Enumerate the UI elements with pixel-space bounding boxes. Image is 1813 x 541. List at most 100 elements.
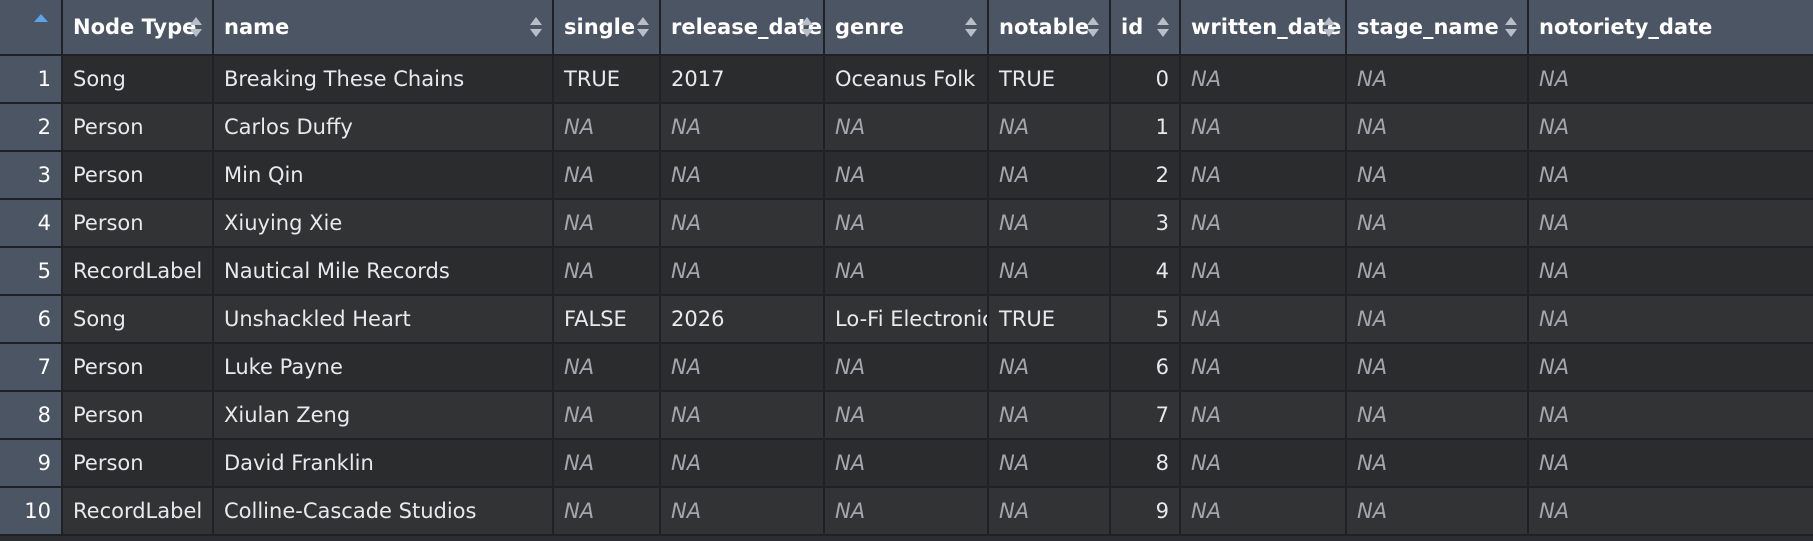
table-cell-notoriety-date: NA	[1528, 343, 1813, 392]
data-table: Node Type name single release_date genre	[0, 0, 1813, 536]
column-header-genre[interactable]: genre	[824, 0, 989, 56]
sort-arrows-icon[interactable]	[1505, 17, 1517, 37]
row-number: 7	[0, 343, 63, 392]
table-cell-genre: NA	[824, 487, 989, 536]
table-cell-genre: NA	[824, 391, 989, 440]
table-cell-node-type: Person	[62, 439, 214, 488]
table-cell-notable: NA	[988, 247, 1111, 296]
column-header-single[interactable]: single	[553, 0, 661, 56]
table-cell-stage-name: NA	[1346, 151, 1529, 200]
table-cell-single: NA	[553, 199, 661, 248]
table-cell-name: Nautical Mile Records	[213, 247, 554, 296]
table-cell-notable: TRUE	[988, 295, 1111, 344]
column-header-label: single	[564, 15, 636, 39]
table-row[interactable]: 8 Person Xiulan Zeng NA NA NA NA 7 NA NA NA	[0, 391, 1813, 440]
column-header-label: genre	[835, 15, 904, 39]
table-row[interactable]: 10 RecordLabel Colline-Cascade Studios NA NA…	[0, 487, 1813, 536]
column-header-label: name	[224, 15, 290, 39]
sort-arrows-icon[interactable]	[637, 17, 649, 37]
column-header-notoriety-date[interactable]: notoriety_date	[1528, 0, 1813, 56]
table-cell-release-date: NA	[660, 247, 825, 296]
table-cell-genre: Oceanus Folk	[824, 55, 989, 104]
column-header-written-date[interactable]: written_date	[1180, 0, 1347, 56]
sort-arrows-icon[interactable]	[801, 17, 813, 37]
table-row[interactable]: 3 Person Min Qin NA NA NA NA 2 NA NA NA	[0, 151, 1813, 200]
table-cell-id: 5	[1110, 295, 1181, 344]
table-cell-genre: NA	[824, 439, 989, 488]
row-number: 8	[0, 391, 63, 440]
table-cell-stage-name: NA	[1346, 295, 1529, 344]
column-header-release-date[interactable]: release_date	[660, 0, 825, 56]
table-cell-name: David Franklin	[213, 439, 554, 488]
table-cell-notoriety-date: NA	[1528, 151, 1813, 200]
table-cell-node-type: Person	[62, 103, 214, 152]
column-header-notable[interactable]: notable	[988, 0, 1111, 56]
sort-arrows-icon[interactable]	[1087, 17, 1099, 37]
table-cell-notable: NA	[988, 199, 1111, 248]
table-cell-node-type: Song	[62, 55, 214, 104]
table-cell-id: 4	[1110, 247, 1181, 296]
table-cell-single: NA	[553, 247, 661, 296]
column-header-label: Node Type	[73, 15, 197, 39]
table-cell-stage-name: NA	[1346, 199, 1529, 248]
table-cell-single: FALSE	[553, 295, 661, 344]
row-number: 2	[0, 103, 63, 152]
column-header-name[interactable]: name	[213, 0, 554, 56]
table-cell-notable: NA	[988, 439, 1111, 488]
table-cell-id: 9	[1110, 487, 1181, 536]
sort-arrows-icon[interactable]	[1157, 17, 1169, 37]
row-number: 1	[0, 55, 63, 104]
table-row[interactable]: 7 Person Luke Payne NA NA NA NA 6 NA NA NA	[0, 343, 1813, 392]
table-cell-genre: Lo-Fi Electronica	[824, 295, 989, 344]
table-row[interactable]: 9 Person David Franklin NA NA NA NA 8 NA NA NA	[0, 439, 1813, 488]
row-number: 10	[0, 487, 63, 536]
sort-arrows-icon[interactable]	[1323, 17, 1335, 37]
table-cell-node-type: RecordLabel	[62, 487, 214, 536]
sort-arrows-icon[interactable]	[190, 17, 202, 37]
table-cell-stage-name: NA	[1346, 103, 1529, 152]
table-cell-written-date: NA	[1180, 247, 1347, 296]
row-number: 5	[0, 247, 63, 296]
table-cell-notoriety-date: NA	[1528, 295, 1813, 344]
table-cell-single: TRUE	[553, 55, 661, 104]
table-cell-node-type: RecordLabel	[62, 247, 214, 296]
table-row[interactable]: 6 Song Unshackled Heart FALSE 2026 Lo-Fi Elec…	[0, 295, 1813, 344]
row-number-header[interactable]	[0, 0, 63, 56]
table-cell-single: NA	[553, 487, 661, 536]
table-cell-node-type: Person	[62, 151, 214, 200]
table-cell-notoriety-date: NA	[1528, 103, 1813, 152]
table-cell-name: Unshackled Heart	[213, 295, 554, 344]
table-cell-written-date: NA	[1180, 295, 1347, 344]
table-cell-notoriety-date: NA	[1528, 487, 1813, 536]
table-cell-id: 6	[1110, 343, 1181, 392]
table-cell-id: 2	[1110, 151, 1181, 200]
table-cell-notable: TRUE	[988, 55, 1111, 104]
table-cell-name: Breaking These Chains	[213, 55, 554, 104]
table-cell-release-date: NA	[660, 103, 825, 152]
table-cell-release-date: NA	[660, 487, 825, 536]
table-row[interactable]: 1 Song Breaking These Chains TRUE 2017 Oceanu…	[0, 55, 1813, 104]
table-cell-genre: NA	[824, 151, 989, 200]
table-cell-single: NA	[553, 103, 661, 152]
table-header-row: Node Type name single release_date genre	[0, 0, 1813, 56]
table-cell-written-date: NA	[1180, 439, 1347, 488]
table-cell-release-date: NA	[660, 391, 825, 440]
table-cell-stage-name: NA	[1346, 487, 1529, 536]
table-cell-notable: NA	[988, 391, 1111, 440]
table-cell-stage-name: NA	[1346, 343, 1529, 392]
sort-ascending-icon[interactable]	[34, 14, 48, 22]
row-number: 6	[0, 295, 63, 344]
table-cell-written-date: NA	[1180, 151, 1347, 200]
table-row[interactable]: 2 Person Carlos Duffy NA NA NA NA 1 NA NA NA	[0, 103, 1813, 152]
table-row[interactable]: 4 Person Xiuying Xie NA NA NA NA 3 NA NA NA	[0, 199, 1813, 248]
sort-arrows-icon[interactable]	[530, 17, 542, 37]
column-header-id[interactable]: id	[1110, 0, 1181, 56]
column-header-node-type[interactable]: Node Type	[62, 0, 214, 56]
sort-arrows-icon[interactable]	[965, 17, 977, 37]
table-cell-node-type: Song	[62, 295, 214, 344]
table-cell-genre: NA	[824, 343, 989, 392]
table-cell-stage-name: NA	[1346, 439, 1529, 488]
table-row[interactable]: 5 RecordLabel Nautical Mile Records NA NA NA N…	[0, 247, 1813, 296]
column-header-stage-name[interactable]: stage_name	[1346, 0, 1529, 56]
table-cell-single: NA	[553, 391, 661, 440]
